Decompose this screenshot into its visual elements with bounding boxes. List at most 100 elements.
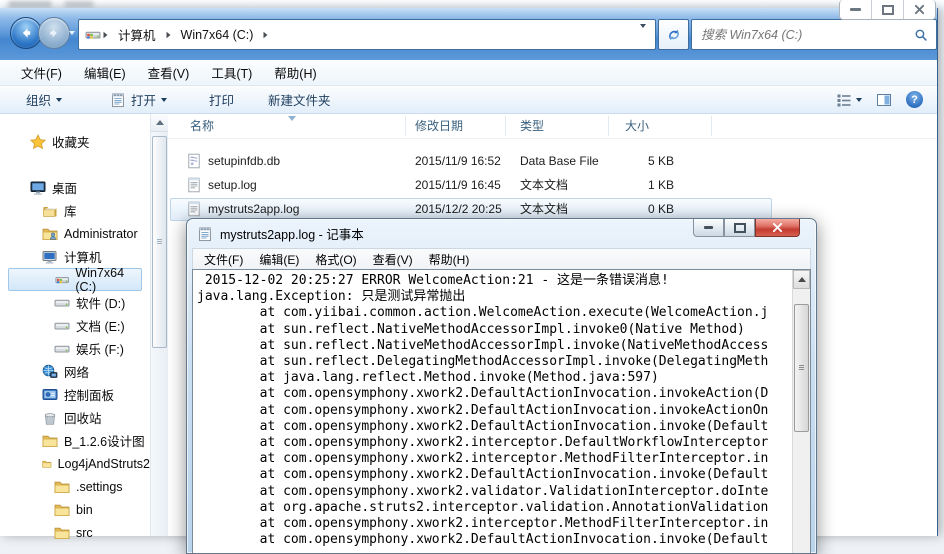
preview-pane-button[interactable] xyxy=(876,92,892,108)
column-separator[interactable] xyxy=(505,116,506,136)
print-button[interactable]: 打印 xyxy=(199,86,244,113)
notepad-icon xyxy=(197,226,213,242)
address-bar[interactable]: 计算机 Win7x64 (C:) xyxy=(78,19,656,50)
database-file-icon xyxy=(186,153,202,169)
notepad-maximize-button[interactable] xyxy=(724,219,755,237)
sidebar-item-folder-log4j[interactable]: Log4jAndStruts2 xyxy=(0,452,150,475)
menu-edit[interactable]: 编辑(E) xyxy=(73,60,137,85)
column-header-size[interactable]: 大小 xyxy=(625,114,649,138)
notepad-icon xyxy=(110,92,126,108)
sidebar-item-libraries[interactable]: 库 xyxy=(0,199,150,222)
notepad-menu-bar: 文件(F) 编辑(E) 格式(O) 查看(V) 帮助(H) xyxy=(192,248,811,270)
menu-help[interactable]: 帮助(H) xyxy=(263,60,327,85)
file-type: 文本文档 xyxy=(520,174,568,197)
log-line: at com.opensymphony.xwork2.DefaultAction… xyxy=(197,419,793,435)
log-line: at com.opensymphony.xwork2.DefaultAction… xyxy=(197,532,793,548)
breadcrumb-arrow-icon[interactable] xyxy=(264,31,268,37)
outer-minimize-button[interactable] xyxy=(840,0,871,19)
history-dropdown-icon[interactable] xyxy=(69,31,75,35)
address-dropdown[interactable] xyxy=(631,28,655,42)
notepad-text-area[interactable]: 2015-12-02 20:25:27 ERROR WelcomeAction:… xyxy=(193,270,793,553)
folder-icon xyxy=(54,525,70,541)
file-name: setup.log xyxy=(208,174,257,197)
log-line: at com.opensymphony.xwork2.interceptor.M… xyxy=(197,516,793,532)
outer-maximize-button[interactable] xyxy=(871,0,903,19)
system-drive-icon xyxy=(55,272,69,288)
notepad-close-button[interactable] xyxy=(755,219,800,237)
column-separator[interactable] xyxy=(608,116,609,136)
breadcrumb-item-drive[interactable]: Win7x64 (C:) xyxy=(173,20,262,49)
notepad-menu-view[interactable]: 查看(V) xyxy=(365,249,421,270)
breadcrumb-arrow-icon[interactable] xyxy=(104,31,108,37)
breadcrumb-item-computer[interactable]: 计算机 xyxy=(110,20,164,49)
sidebar-item-folder-b126[interactable]: B_1.2.6设计图 xyxy=(0,429,150,452)
column-separator[interactable] xyxy=(405,116,406,136)
file-name: setupinfdb.db xyxy=(208,150,280,173)
sort-indicator-icon xyxy=(288,116,296,121)
folder-icon xyxy=(54,502,70,518)
sidebar-item-drive-e[interactable]: 文档 (E:) xyxy=(0,314,150,337)
sidebar-item-drive-c[interactable]: Win7x64 (C:) xyxy=(8,268,142,291)
chevron-down-icon xyxy=(640,24,646,42)
file-size: 1 KB xyxy=(588,174,674,197)
change-view-button[interactable] xyxy=(836,92,862,108)
organize-button[interactable]: 组织 xyxy=(16,86,72,113)
menu-file[interactable]: 文件(F) xyxy=(10,60,73,85)
sidebar-scrollbar[interactable] xyxy=(150,114,168,536)
new-folder-button[interactable]: 新建文件夹 xyxy=(258,86,341,113)
scrollbar-thumb[interactable] xyxy=(152,136,167,348)
notepad-menu-format[interactable]: 格式(O) xyxy=(307,249,364,270)
notepad-menu-help[interactable]: 帮助(H) xyxy=(421,249,478,270)
notepad-menu-file[interactable]: 文件(F) xyxy=(196,249,251,270)
outer-close-button[interactable] xyxy=(903,0,935,19)
notepad-scrollbar[interactable] xyxy=(792,270,810,553)
sidebar-item-recycle-bin[interactable]: 回收站 xyxy=(0,406,150,429)
refresh-button[interactable] xyxy=(658,19,689,50)
network-icon xyxy=(42,364,58,380)
recycle-bin-icon xyxy=(42,410,58,426)
scroll-up-button[interactable] xyxy=(151,114,168,132)
column-header-name[interactable]: 名称 xyxy=(190,114,214,138)
notepad-client-area: 2015-12-02 20:25:27 ERROR WelcomeAction:… xyxy=(192,269,811,553)
sidebar-item-folder-settings[interactable]: .settings xyxy=(0,475,150,498)
sidebar-item-favorites[interactable]: 收藏夹 xyxy=(0,130,150,153)
notepad-minimize-button[interactable] xyxy=(693,219,724,237)
menu-view[interactable]: 查看(V) xyxy=(137,60,201,85)
file-row-setup-log[interactable]: setup.log 2015/11/9 16:45 文本文档 1 KB xyxy=(168,174,927,197)
log-line: at com.opensymphony.xwork2.validator.Val… xyxy=(197,484,793,500)
help-button[interactable]: ? xyxy=(906,91,923,108)
column-separator[interactable] xyxy=(711,116,712,136)
notepad-menu-edit[interactable]: 编辑(E) xyxy=(251,249,307,270)
forward-button[interactable] xyxy=(38,17,70,49)
search-box xyxy=(691,19,937,50)
column-header-date[interactable]: 修改日期 xyxy=(415,114,463,138)
scroll-up-button[interactable] xyxy=(793,270,810,289)
file-row-setupinfdb[interactable]: setupinfdb.db 2015/11/9 16:52 Data Base … xyxy=(168,150,927,173)
triangle-up-icon xyxy=(156,120,164,125)
close-icon xyxy=(772,222,783,233)
sidebar-item-folder-src[interactable]: src xyxy=(0,521,150,544)
menu-tools[interactable]: 工具(T) xyxy=(200,60,263,85)
search-input[interactable] xyxy=(692,28,914,42)
sidebar-item-drive-f[interactable]: 娱乐 (F:) xyxy=(0,337,150,360)
sidebar-item-drive-d[interactable]: 软件 (D:) xyxy=(0,291,150,314)
open-button[interactable]: 打开 xyxy=(100,86,177,113)
print-label: 打印 xyxy=(209,90,234,109)
file-size: 5 KB xyxy=(588,150,674,173)
notepad-title: mystruts2app.log - 记事本 xyxy=(220,224,364,243)
search-icon[interactable] xyxy=(914,28,928,42)
sidebar-item-network[interactable]: 网络 xyxy=(0,360,150,383)
sidebar-item-control-panel[interactable]: 控制面板 xyxy=(0,383,150,406)
sidebar-item-desktop[interactable]: 桌面 xyxy=(0,176,150,199)
notepad-window-controls xyxy=(693,219,800,237)
breadcrumb-arrow-icon[interactable] xyxy=(166,31,170,37)
explorer-menu-bar: 文件(F) 编辑(E) 查看(V) 工具(T) 帮助(H) xyxy=(0,60,937,86)
thumb-grip xyxy=(157,239,162,245)
drive-icon xyxy=(85,27,101,43)
sidebar-item-folder-bin[interactable]: bin xyxy=(0,498,150,521)
column-header-type[interactable]: 类型 xyxy=(520,114,544,138)
background-text-blob xyxy=(8,1,52,7)
scrollbar-thumb[interactable] xyxy=(794,304,809,432)
sidebar-item-administrator[interactable]: Administrator xyxy=(0,222,150,245)
back-arrow-icon xyxy=(18,25,34,41)
